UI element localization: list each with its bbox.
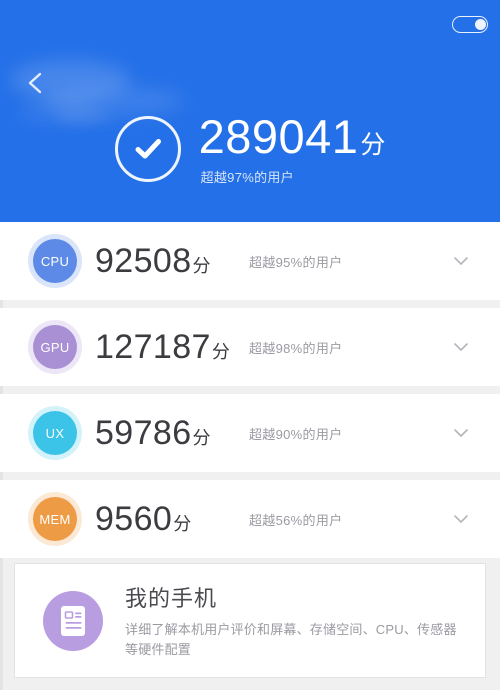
total-score-block: 289041 分 超越97%的用户 [0, 112, 500, 202]
toggle-knob [474, 18, 486, 30]
badge-cpu: CPU [28, 234, 82, 288]
chevron-down-icon-ux[interactable] [450, 422, 472, 444]
metric-score: 59786 [95, 413, 192, 452]
check-circle-icon [114, 116, 181, 182]
metric-value-ux: 59786 分 [95, 414, 245, 453]
metric-subtitle: 超越95%的用户 [249, 254, 343, 270]
metric-value-cpu: 92508 分 [95, 242, 245, 281]
power-toggle-switch[interactable] [452, 16, 488, 33]
metric-unit: 分 [192, 255, 211, 276]
badge-label: MEM [39, 511, 71, 527]
metric-subtitle: 超越56%的用户 [249, 512, 343, 528]
metric-row-cpu[interactable]: CPU 92508 分 超越95%的用户 [0, 222, 500, 300]
chevron-down-icon-cpu[interactable] [450, 250, 472, 272]
badge-ux: UX [28, 406, 82, 460]
metric-score: 9560 [95, 499, 173, 538]
back-button[interactable] [20, 66, 54, 100]
metric-unit: 分 [173, 513, 192, 534]
my-phone-description: 详细了解本机用户评价和屏幕、存储空间、CPU、传感器等硬件配置 [125, 621, 457, 657]
metric-value-mem: 9560 分 [95, 500, 245, 539]
badge-label: UX [45, 425, 65, 441]
my-phone-text: 我的手机 详细了解本机用户评价和屏幕、存储空间、CPU、传感器等硬件配置 [125, 581, 485, 660]
total-score-unit: 分 [360, 131, 386, 159]
chevron-down-icon-gpu[interactable] [450, 336, 472, 358]
metric-row-gpu[interactable]: GPU 127187 分 超越98%的用户 [0, 308, 500, 386]
badge-label: CPU [40, 253, 70, 269]
arrow-left-icon [24, 70, 50, 96]
metric-row-ux[interactable]: UX 59786 分 超越90%的用户 [0, 394, 500, 472]
badge-label: GPU [40, 339, 70, 355]
total-score-value: 289041 [198, 110, 359, 163]
metric-unit: 分 [192, 427, 211, 448]
document-list-icon [43, 590, 103, 651]
metric-subtitle: 超越90%的用户 [249, 426, 343, 442]
metric-score: 92508 [95, 241, 192, 280]
badge-mem: MEM [28, 492, 82, 546]
score-header: 289041 分 超越97%的用户 [0, 0, 500, 222]
my-phone-title: 我的手机 [125, 585, 218, 611]
chevron-down-icon-mem[interactable] [450, 508, 472, 530]
badge-gpu: GPU [28, 320, 82, 374]
metric-value-gpu: 127187 分 [95, 328, 245, 367]
metric-unit: 分 [211, 341, 230, 362]
benchmark-result-screen: 289041 分 超越97%的用户 CPU 92508 分 超越95%的用户 G… [0, 0, 500, 690]
total-score-subtitle: 超越97%的用户 [200, 170, 294, 186]
my-phone-card[interactable]: 我的手机 详细了解本机用户评价和屏幕、存储空间、CPU、传感器等硬件配置 [14, 563, 486, 678]
metric-row-mem[interactable]: MEM 9560 分 超越56%的用户 [0, 480, 500, 558]
metric-list: CPU 92508 分 超越95%的用户 GPU 127187 分 超越98%的… [0, 222, 500, 558]
total-score-text: 289041 分 超越97%的用户 [199, 112, 386, 186]
metric-subtitle: 超越98%的用户 [249, 340, 343, 356]
metric-score: 127187 [95, 327, 211, 366]
